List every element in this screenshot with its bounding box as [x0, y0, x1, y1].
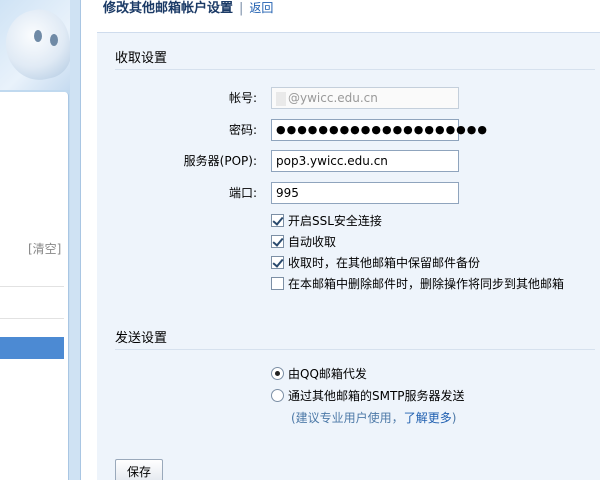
server-label: 服务器(POP):	[183, 154, 257, 168]
clear-link[interactable]: [清空]	[28, 240, 61, 257]
ssl-checkbox[interactable]	[271, 214, 284, 227]
qq-penguin-icon	[0, 4, 70, 86]
penguin-eye-icon	[50, 34, 58, 46]
sync-delete-checkbox[interactable]	[271, 277, 284, 290]
keep-backup-option[interactable]: 收取时，在其他邮箱中保留邮件备份	[271, 253, 480, 273]
qq-relay-option-label: 由QQ邮箱代发	[288, 367, 367, 381]
account-value: @ywicc.edu.cn	[288, 91, 378, 105]
penguin-eye-icon	[34, 30, 42, 42]
port-field[interactable]: 995	[271, 182, 459, 204]
account-label: 帐号:	[228, 91, 257, 105]
qq-logo	[0, 0, 70, 90]
auto-receive-checkbox[interactable]	[271, 235, 284, 248]
header-separator: |	[239, 1, 244, 16]
port-label: 端口:	[228, 186, 257, 200]
account-field[interactable]: @ywicc.edu.cn	[271, 87, 459, 109]
page-header: 修改其他邮箱帐户设置 | 返回	[103, 0, 273, 20]
learn-more-link[interactable]: 了解更多	[404, 411, 452, 425]
smtp-option[interactable]: 通过其他邮箱的SMTP服务器发送	[271, 386, 465, 406]
back-link[interactable]: 返回	[249, 1, 273, 15]
auto-receive-option[interactable]: 自动收取	[271, 232, 336, 252]
keep-backup-checkbox[interactable]	[271, 256, 284, 269]
ssl-option-label: 开启SSL安全连接	[288, 214, 382, 228]
password-label: 密码:	[228, 123, 257, 137]
page-title: 修改其他邮箱帐户设置	[103, 1, 234, 16]
smtp-option-label: 通过其他邮箱的SMTP服务器发送	[288, 389, 465, 403]
divider	[0, 286, 64, 287]
sidebar-selected-item[interactable]	[0, 337, 64, 359]
smtp-hint-suffix: )	[451, 411, 457, 425]
receive-section-title: 收取设置	[115, 51, 168, 66]
qq-relay-radio[interactable]	[271, 367, 284, 380]
auto-receive-option-label: 自动收取	[288, 235, 337, 249]
section-divider	[115, 69, 595, 70]
sidebar: [清空]	[0, 0, 70, 480]
keep-backup-option-label: 收取时，在其他邮箱中保留邮件备份	[288, 256, 481, 270]
smtp-hint-text: (建议专业用户使用，	[291, 411, 404, 425]
ssl-option[interactable]: 开启SSL安全连接	[271, 211, 382, 231]
save-button[interactable]: 保存	[115, 459, 163, 480]
masked-username	[276, 91, 286, 106]
send-section-title: 发送设置	[115, 331, 168, 346]
smtp-radio[interactable]	[271, 389, 284, 402]
folder-panel: [清空]	[0, 92, 69, 480]
qq-relay-option[interactable]: 由QQ邮箱代发	[271, 364, 367, 384]
sync-delete-option-label: 在本邮箱中删除邮件时，删除操作将同步到其他邮箱	[288, 277, 565, 291]
settings-panel: 收取设置 帐号: @ywicc.edu.cn 密码: ●●●●●●●●●●●●●…	[97, 32, 600, 480]
divider	[0, 318, 64, 319]
main-content: 修改其他邮箱帐户设置 | 返回 收取设置 帐号: @ywicc.edu.cn 密码:…	[80, 0, 600, 480]
sync-delete-option[interactable]: 在本邮箱中删除邮件时，删除操作将同步到其他邮箱	[271, 274, 564, 294]
smtp-hint: (建议专业用户使用，了解更多)	[291, 409, 456, 426]
password-field[interactable]: ●●●●●●●●●●●●●●●●●●●●	[271, 119, 487, 141]
server-field[interactable]: pop3.ywicc.edu.cn	[271, 150, 459, 172]
section-divider	[115, 349, 595, 350]
